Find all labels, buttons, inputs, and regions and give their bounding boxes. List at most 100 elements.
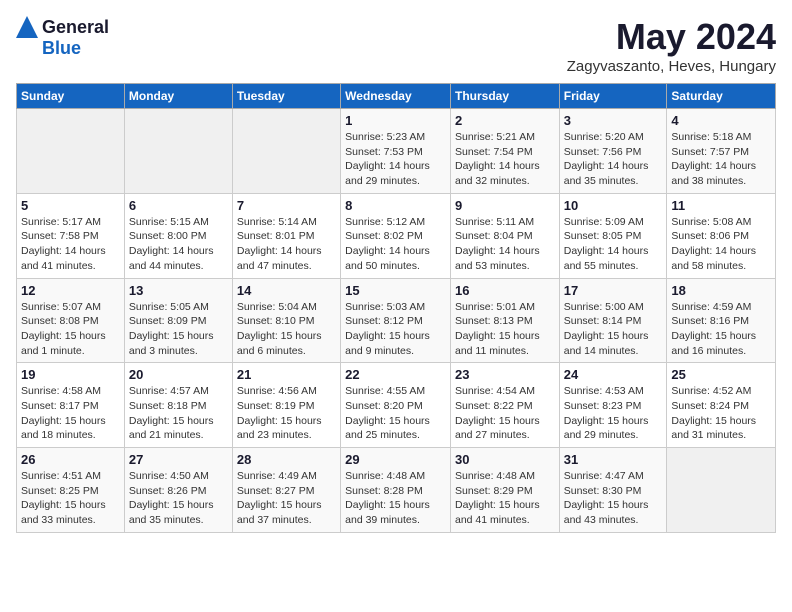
day-number: 19 <box>21 367 120 382</box>
day-number: 27 <box>129 452 228 467</box>
weekday-header-wednesday: Wednesday <box>341 84 451 109</box>
day-number: 30 <box>455 452 555 467</box>
day-number: 11 <box>671 198 771 213</box>
logo: General Blue <box>16 16 109 59</box>
day-number: 29 <box>345 452 446 467</box>
day-info: Sunrise: 5:15 AM Sunset: 8:00 PM Dayligh… <box>129 215 228 274</box>
day-info: Sunrise: 4:54 AM Sunset: 8:22 PM Dayligh… <box>455 384 555 443</box>
day-info: Sunrise: 5:08 AM Sunset: 8:06 PM Dayligh… <box>671 215 771 274</box>
day-cell: 16 Sunrise: 5:01 AM Sunset: 8:13 PM Dayli… <box>450 278 559 363</box>
day-number: 7 <box>237 198 336 213</box>
day-cell: 15 Sunrise: 5:03 AM Sunset: 8:12 PM Dayli… <box>341 278 451 363</box>
day-number: 16 <box>455 283 555 298</box>
day-number: 14 <box>237 283 336 298</box>
day-number: 20 <box>129 367 228 382</box>
day-number: 24 <box>564 367 663 382</box>
day-number: 31 <box>564 452 663 467</box>
day-number: 6 <box>129 198 228 213</box>
weekday-header-tuesday: Tuesday <box>232 84 340 109</box>
logo-icon <box>16 16 38 38</box>
day-info: Sunrise: 5:14 AM Sunset: 8:01 PM Dayligh… <box>237 215 336 274</box>
calendar-table: SundayMondayTuesdayWednesdayThursdayFrid… <box>16 83 776 533</box>
day-number: 23 <box>455 367 555 382</box>
day-info: Sunrise: 4:48 AM Sunset: 8:28 PM Dayligh… <box>345 469 446 528</box>
day-cell: 18Sunrise: 4:59 AM Sunset: 8:16 PM Dayli… <box>667 278 776 363</box>
day-cell: 24 Sunrise: 4:53 AM Sunset: 8:23 PM Dayli… <box>559 363 667 448</box>
day-cell <box>124 109 232 194</box>
day-cell: 9 Sunrise: 5:11 AM Sunset: 8:04 PM Daylig… <box>450 193 559 278</box>
weekday-header-sunday: Sunday <box>17 84 125 109</box>
title-area: May 2024 Zagyvaszanto, Heves, Hungary <box>567 16 776 75</box>
day-info: Sunrise: 4:53 AM Sunset: 8:23 PM Dayligh… <box>564 384 663 443</box>
day-number: 9 <box>455 198 555 213</box>
day-number: 3 <box>564 113 663 128</box>
day-cell: 1Sunrise: 5:23 AM Sunset: 7:53 PM Daylig… <box>341 109 451 194</box>
day-number: 8 <box>345 198 446 213</box>
day-info: Sunrise: 5:00 AM Sunset: 8:14 PM Dayligh… <box>564 300 663 359</box>
day-number: 21 <box>237 367 336 382</box>
day-cell: 17 Sunrise: 5:00 AM Sunset: 8:14 PM Dayli… <box>559 278 667 363</box>
day-cell: 7 Sunrise: 5:14 AM Sunset: 8:01 PM Daylig… <box>232 193 340 278</box>
day-number: 22 <box>345 367 446 382</box>
day-info: Sunrise: 5:07 AM Sunset: 8:08 PM Dayligh… <box>21 300 120 359</box>
day-cell: 8Sunrise: 5:12 AM Sunset: 8:02 PM Daylig… <box>341 193 451 278</box>
day-number: 5 <box>21 198 120 213</box>
day-cell: 20 Sunrise: 4:57 AM Sunset: 8:18 PM Dayli… <box>124 363 232 448</box>
logo-general-text: General <box>42 17 109 38</box>
day-cell: 29 Sunrise: 4:48 AM Sunset: 8:28 PM Dayli… <box>341 448 451 533</box>
weekday-header-monday: Monday <box>124 84 232 109</box>
header: General Blue May 2024 Zagyvaszanto, Heve… <box>16 16 776 75</box>
day-info: Sunrise: 5:01 AM Sunset: 8:13 PM Dayligh… <box>455 300 555 359</box>
day-cell: 4Sunrise: 5:18 AM Sunset: 7:57 PM Daylig… <box>667 109 776 194</box>
day-info: Sunrise: 4:55 AM Sunset: 8:20 PM Dayligh… <box>345 384 446 443</box>
week-row-1: 5Sunrise: 5:17 AM Sunset: 7:58 PM Daylig… <box>17 193 776 278</box>
day-cell: 22 Sunrise: 4:55 AM Sunset: 8:20 PM Dayli… <box>341 363 451 448</box>
day-number: 15 <box>345 283 446 298</box>
day-info: Sunrise: 5:11 AM Sunset: 8:04 PM Dayligh… <box>455 215 555 274</box>
day-number: 26 <box>21 452 120 467</box>
day-cell <box>232 109 340 194</box>
day-cell: 28Sunrise: 4:49 AM Sunset: 8:27 PM Dayli… <box>232 448 340 533</box>
day-info: Sunrise: 5:20 AM Sunset: 7:56 PM Dayligh… <box>564 130 663 189</box>
day-cell: 14 Sunrise: 5:04 AM Sunset: 8:10 PM Dayli… <box>232 278 340 363</box>
day-info: Sunrise: 5:03 AM Sunset: 8:12 PM Dayligh… <box>345 300 446 359</box>
day-number: 17 <box>564 283 663 298</box>
day-info: Sunrise: 4:58 AM Sunset: 8:17 PM Dayligh… <box>21 384 120 443</box>
day-info: Sunrise: 4:47 AM Sunset: 8:30 PM Dayligh… <box>564 469 663 528</box>
day-info: Sunrise: 4:57 AM Sunset: 8:18 PM Dayligh… <box>129 384 228 443</box>
day-cell: 5Sunrise: 5:17 AM Sunset: 7:58 PM Daylig… <box>17 193 125 278</box>
day-number: 2 <box>455 113 555 128</box>
day-number: 4 <box>671 113 771 128</box>
day-number: 25 <box>671 367 771 382</box>
day-info: Sunrise: 4:50 AM Sunset: 8:26 PM Dayligh… <box>129 469 228 528</box>
day-number: 13 <box>129 283 228 298</box>
day-cell: 27 Sunrise: 4:50 AM Sunset: 8:26 PM Dayli… <box>124 448 232 533</box>
day-info: Sunrise: 4:56 AM Sunset: 8:19 PM Dayligh… <box>237 384 336 443</box>
day-cell: 11 Sunrise: 5:08 AM Sunset: 8:06 PM Dayli… <box>667 193 776 278</box>
week-row-3: 19 Sunrise: 4:58 AM Sunset: 8:17 PM Dayli… <box>17 363 776 448</box>
day-cell: 25 Sunrise: 4:52 AM Sunset: 8:24 PM Dayli… <box>667 363 776 448</box>
week-row-2: 12 Sunrise: 5:07 AM Sunset: 8:08 PM Dayli… <box>17 278 776 363</box>
day-cell: 21 Sunrise: 4:56 AM Sunset: 8:19 PM Dayli… <box>232 363 340 448</box>
day-info: Sunrise: 4:48 AM Sunset: 8:29 PM Dayligh… <box>455 469 555 528</box>
day-info: Sunrise: 5:04 AM Sunset: 8:10 PM Dayligh… <box>237 300 336 359</box>
day-cell: 6 Sunrise: 5:15 AM Sunset: 8:00 PM Daylig… <box>124 193 232 278</box>
day-cell: 3 Sunrise: 5:20 AM Sunset: 7:56 PM Daylig… <box>559 109 667 194</box>
day-cell <box>667 448 776 533</box>
day-cell <box>17 109 125 194</box>
day-cell: 19 Sunrise: 4:58 AM Sunset: 8:17 PM Dayli… <box>17 363 125 448</box>
day-number: 10 <box>564 198 663 213</box>
day-cell: 31 Sunrise: 4:47 AM Sunset: 8:30 PM Dayli… <box>559 448 667 533</box>
day-cell: 12 Sunrise: 5:07 AM Sunset: 8:08 PM Dayli… <box>17 278 125 363</box>
day-info: Sunrise: 4:49 AM Sunset: 8:27 PM Dayligh… <box>237 469 336 528</box>
day-info: Sunrise: 4:52 AM Sunset: 8:24 PM Dayligh… <box>671 384 771 443</box>
weekday-header-thursday: Thursday <box>450 84 559 109</box>
day-info: Sunrise: 5:23 AM Sunset: 7:53 PM Dayligh… <box>345 130 446 189</box>
day-info: Sunrise: 5:09 AM Sunset: 8:05 PM Dayligh… <box>564 215 663 274</box>
weekday-header-friday: Friday <box>559 84 667 109</box>
day-cell: 2 Sunrise: 5:21 AM Sunset: 7:54 PM Daylig… <box>450 109 559 194</box>
day-info: Sunrise: 4:51 AM Sunset: 8:25 PM Dayligh… <box>21 469 120 528</box>
day-number: 12 <box>21 283 120 298</box>
day-cell: 23 Sunrise: 4:54 AM Sunset: 8:22 PM Dayli… <box>450 363 559 448</box>
day-info: Sunrise: 5:21 AM Sunset: 7:54 PM Dayligh… <box>455 130 555 189</box>
